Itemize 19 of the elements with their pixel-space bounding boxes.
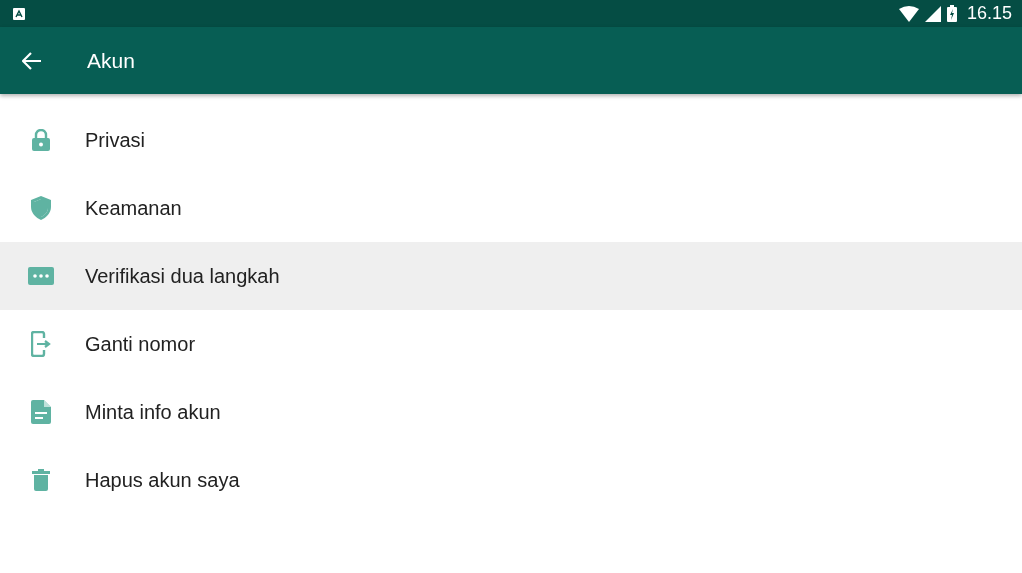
back-arrow-icon	[22, 51, 42, 70]
settings-item[interactable]: Keamanan	[0, 174, 1022, 242]
battery-icon	[946, 5, 957, 22]
notification-icon	[13, 7, 25, 20]
status-time: 16.15	[966, 3, 1012, 24]
wifi-icon	[898, 5, 919, 22]
settings-item[interactable]: Verifikasi dua langkah	[0, 242, 1022, 310]
shield-icon	[31, 196, 51, 220]
phone-exit-icon	[31, 331, 51, 357]
document-icon	[31, 400, 51, 424]
settings-item[interactable]: Hapus akun saya	[0, 446, 1022, 514]
screen-title: Akun	[87, 48, 135, 73]
settings-item[interactable]: Minta info akun	[0, 378, 1022, 446]
settings-item[interactable]: Privasi	[0, 106, 1022, 174]
lock-icon	[32, 129, 50, 151]
trash-icon	[32, 469, 50, 491]
signal-icon	[924, 5, 941, 22]
password-dots-icon	[28, 267, 54, 285]
settings-item[interactable]: Ganti nomor	[0, 310, 1022, 378]
